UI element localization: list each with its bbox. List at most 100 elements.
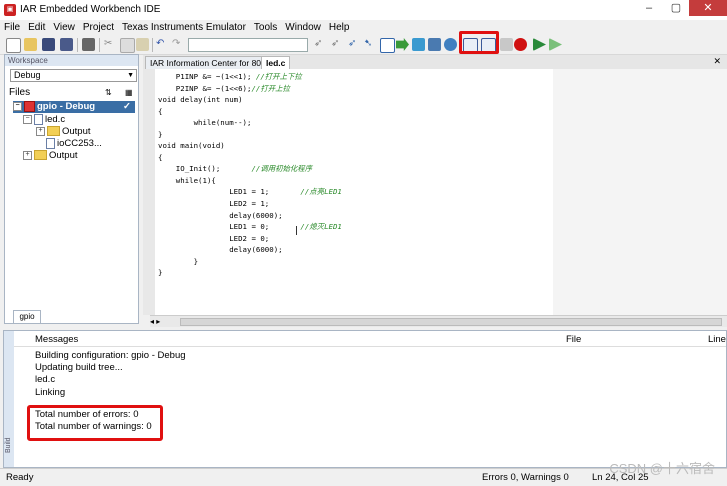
stop-build-icon[interactable] — [500, 38, 513, 51]
tree-item-output[interactable]: + Output — [23, 150, 78, 162]
code-line[interactable]: P2INP &= ~(1<<6);//打开上拉 — [158, 83, 342, 95]
message-line[interactable]: Building configuration: gpio - Debug — [35, 350, 186, 362]
expand-icon[interactable]: + — [23, 150, 32, 160]
build-side-tab[interactable]: Build — [4, 331, 14, 467]
close-button[interactable]: ✕ — [689, 0, 727, 16]
sort-icon[interactable]: ⇅ — [105, 86, 112, 99]
code-comment: //打开上下拉 — [255, 72, 302, 81]
code-line[interactable]: } — [158, 256, 342, 268]
editor-tab-bar: IAR Information Center for 8051 led.c ✕ — [143, 55, 727, 70]
menu-file[interactable]: File — [0, 20, 24, 36]
scroll-thumb[interactable] — [180, 318, 722, 326]
minimize-button[interactable]: – — [636, 0, 662, 16]
horizontal-scrollbar[interactable]: ◂ ▸ — [150, 315, 727, 327]
find-prev-icon[interactable]: ➶ — [348, 38, 361, 51]
close-tab-icon[interactable]: ✕ — [713, 56, 721, 67]
file-tree: − gpio - Debug ✓ − led.c + Output ioCC253..… — [8, 101, 138, 301]
collapse-icon[interactable]: − — [23, 115, 32, 124]
menu-ti-emulator[interactable]: Texas Instruments Emulator — [118, 20, 250, 36]
new-file-icon[interactable] — [6, 38, 21, 53]
code-text[interactable]: P1INP &= ~(1<<1); //打开上下拉 P2INP &= ~(1<<… — [158, 71, 342, 279]
menu-project[interactable]: Project — [79, 20, 118, 36]
code-line[interactable]: LED2 = 0; — [158, 233, 342, 245]
message-line[interactable]: Linking — [35, 387, 186, 399]
download-debug-icon[interactable] — [533, 38, 546, 51]
code-line[interactable]: while(1){ — [158, 175, 342, 187]
code-comment: //调用初始化程序 — [251, 164, 313, 174]
code-line[interactable]: LED2 = 1; — [158, 198, 342, 210]
messages-column-header[interactable]: Messages — [35, 334, 78, 346]
line-column-header[interactable]: Line — [708, 334, 726, 346]
code-line[interactable]: LED1 = 1; //点亮LED1 — [158, 186, 342, 198]
message-line[interactable]: Updating build tree... — [35, 362, 186, 374]
expand-icon[interactable]: + — [36, 126, 45, 136]
code-line[interactable]: P1INP &= ~(1<<1); //打开上下拉 — [158, 71, 342, 83]
goto-icon[interactable] — [380, 38, 395, 53]
find-combobox[interactable] — [188, 38, 308, 52]
tree-item-project[interactable]: − gpio - Debug ✓ — [13, 101, 135, 113]
breakpoint-icon[interactable] — [514, 38, 527, 51]
tree-item-led-c[interactable]: − led.c — [23, 114, 65, 126]
options-icon[interactable]: ▦ — [125, 86, 133, 99]
code-line[interactable]: delay(6000); — [158, 244, 342, 256]
folder-icon — [47, 126, 60, 137]
undo-icon[interactable]: ↶ — [156, 38, 169, 51]
save-icon[interactable] — [42, 38, 55, 51]
code-line[interactable]: { — [158, 106, 342, 118]
prev-bookmark-icon[interactable] — [428, 38, 441, 51]
app-icon: ▣ — [4, 4, 16, 16]
message-line[interactable]: led.c — [35, 374, 186, 386]
tree-item-output-sub[interactable]: + Output — [36, 126, 91, 138]
next-bookmark-icon[interactable] — [412, 38, 425, 51]
editor-gutter[interactable] — [143, 69, 155, 315]
paste-icon[interactable] — [136, 38, 149, 51]
code-line[interactable]: void delay(int num) — [158, 94, 342, 106]
collapse-icon[interactable]: − — [13, 102, 22, 111]
replace-icon[interactable]: ➷ — [364, 38, 377, 51]
text-cursor — [296, 226, 297, 235]
open-icon[interactable] — [24, 38, 37, 51]
code-line[interactable]: delay(6000); — [158, 210, 342, 222]
code-line[interactable]: { — [158, 152, 342, 164]
redo-icon[interactable]: ↷ — [172, 38, 185, 51]
status-errors: Errors 0, Warnings 0 — [482, 472, 569, 483]
file-column-header[interactable]: File — [566, 334, 581, 346]
watermark: CSDN @十六宿舍 — [609, 461, 715, 476]
maximize-button[interactable]: ▢ — [663, 0, 689, 16]
copy-icon[interactable] — [120, 38, 135, 53]
menu-window[interactable]: Window — [281, 20, 325, 36]
cut-icon[interactable]: ✂ — [104, 38, 117, 51]
tree-item-iocc253[interactable]: ioCC253... — [46, 138, 102, 150]
find-icon[interactable]: ➶ — [314, 38, 327, 51]
menu-view[interactable]: View — [49, 20, 79, 36]
find-next-icon[interactable]: ➶ — [331, 38, 344, 51]
code-line[interactable]: while(num--); — [158, 117, 342, 129]
code-comment: //点亮LED1 — [300, 187, 342, 197]
configuration-value: Debug — [14, 70, 41, 80]
workspace-tab-gpio[interactable]: gpio — [13, 310, 41, 324]
debug-without-download-icon[interactable] — [549, 38, 562, 51]
tab-info-center[interactable]: IAR Information Center for 8051 — [145, 56, 276, 70]
bookmark-icon[interactable] — [396, 38, 409, 51]
editor-empty-area — [553, 69, 727, 315]
menu-help[interactable]: Help — [325, 20, 354, 36]
folder-icon — [34, 150, 47, 161]
save-all-icon[interactable] — [60, 38, 73, 51]
menu-tools[interactable]: Tools — [250, 20, 281, 36]
menu-bar: File Edit View Project Texas Instruments Emu… — [0, 20, 727, 36]
workspace-header: Workspace — [5, 55, 138, 66]
code-line[interactable]: LED1 = 0; //熄灭LED1 — [158, 221, 342, 233]
check-icon: ✓ — [123, 101, 131, 112]
scroll-left-icon[interactable]: ◂ ▸ — [150, 317, 160, 326]
tab-led-c[interactable]: led.c — [261, 56, 291, 70]
print-icon[interactable] — [82, 38, 95, 51]
code-line[interactable]: IO_Init(); //调用初始化程序 — [158, 163, 342, 175]
code-line[interactable]: void main(void) — [158, 140, 342, 152]
code-line[interactable]: } — [158, 129, 342, 141]
toolbar: ✂ ↶ ↷ ➶ ➶ ➶ ➷ — [0, 36, 727, 55]
menu-edit[interactable]: Edit — [24, 20, 49, 36]
window-title: IAR Embedded Workbench IDE — [20, 4, 161, 15]
code-line[interactable]: } — [158, 267, 342, 279]
navigate-icon[interactable] — [444, 38, 457, 51]
configuration-select[interactable]: Debug ▼ — [10, 69, 137, 82]
